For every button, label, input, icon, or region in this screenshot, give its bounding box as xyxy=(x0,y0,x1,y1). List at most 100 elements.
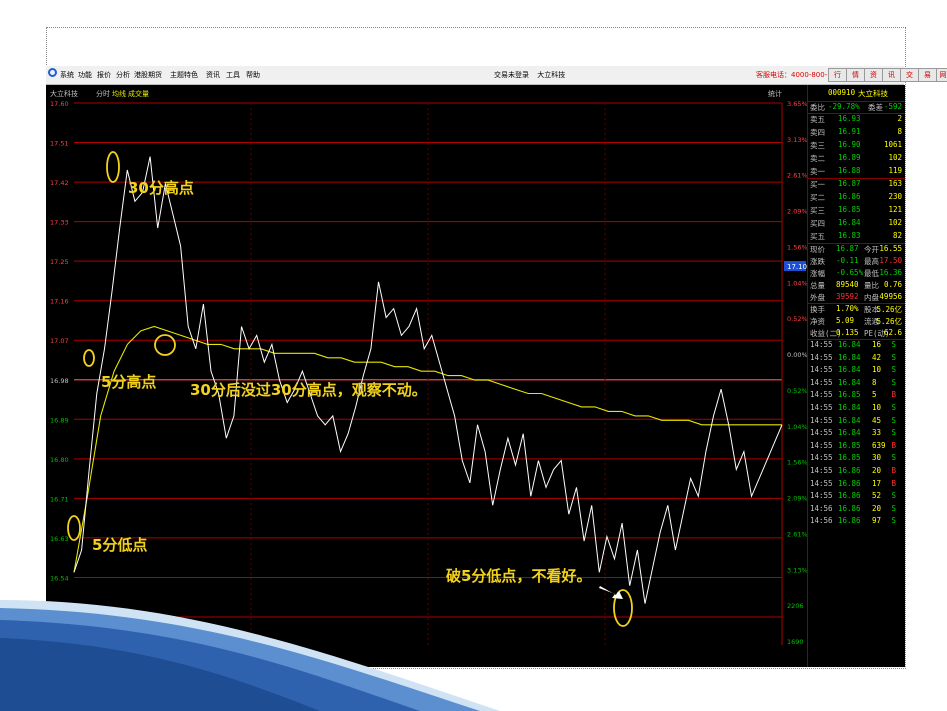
level-price: 16.84 xyxy=(838,218,861,227)
level-label: 卖一 xyxy=(810,167,825,176)
price-tick-label: 17.25 xyxy=(50,258,69,266)
chart-stats-label[interactable]: 统计 xyxy=(768,89,782,98)
tick-direction: B xyxy=(891,440,896,450)
bid-row: 买四 16.84 102 xyxy=(810,218,902,229)
tick-price: 16.86 xyxy=(838,516,861,526)
percent-tick-label: 0.52% xyxy=(787,315,807,323)
chart-tab-avg[interactable]: 均线 xyxy=(112,89,126,98)
stat-value: 16.87 xyxy=(836,244,859,253)
toolbar-button[interactable]: 讯 xyxy=(882,68,901,82)
percent-tick-label: 0.00% xyxy=(787,351,807,359)
chart-tab-volume[interactable]: 成交量 xyxy=(128,89,149,98)
stat-value: 0.135 xyxy=(836,328,859,337)
percent-tick-label: 2.09% xyxy=(787,495,807,503)
price-tick-label: 16.54 xyxy=(50,574,69,582)
tick-volume: 10 xyxy=(872,403,882,412)
tick-row: 14:55 16.84 45 S xyxy=(810,416,902,427)
tick-price: 16.84 xyxy=(838,403,861,412)
annotation-no-break: 30分后没过30分高点，观察不动。 xyxy=(190,381,427,399)
toolbar-button[interactable]: 情 xyxy=(846,68,865,82)
menu-themes[interactable]: 主题特色 xyxy=(170,70,198,80)
value: -29.78% xyxy=(828,102,860,111)
stat-value: 17.50 xyxy=(879,256,902,265)
tick-row: 14:56 16.86 97 S xyxy=(810,516,902,527)
level-volume: 8 xyxy=(897,127,902,136)
tick-volume: 8 xyxy=(872,377,877,387)
tick-direction: S xyxy=(891,403,896,412)
menu-tools[interactable]: 工具 xyxy=(226,70,240,80)
level-volume: 2 xyxy=(897,114,902,123)
tick-time: 14:55 xyxy=(810,377,833,387)
app-title: 交易未登录 大立科技 xyxy=(494,70,565,80)
toolbar-button[interactable]: 交 xyxy=(900,68,919,82)
level-price: 16.83 xyxy=(838,231,861,240)
stat-row: 总量 89540 量比 0.76 xyxy=(810,280,902,291)
price-tick-label: 17.33 xyxy=(50,219,69,227)
level-label: 卖三 xyxy=(810,141,825,150)
circle-retest xyxy=(154,334,176,356)
stat-label: 现价 xyxy=(810,245,825,254)
menu-system[interactable]: 系统 xyxy=(60,70,74,80)
annotation-5min-low: 5分低点 xyxy=(92,536,147,554)
level-label: 卖五 xyxy=(810,115,825,124)
intraday-chart[interactable]: 大立科技 分时 均线 成交量 统计 17.60 17.51 17.42 17.33 17… xyxy=(46,85,808,667)
toolbar-button[interactable]: 行 xyxy=(828,68,847,82)
menu-function[interactable]: 功能 xyxy=(78,70,92,80)
tick-price: 16.86 xyxy=(838,491,861,501)
stat-value: 89540 xyxy=(836,280,859,289)
tick-price: 16.85 xyxy=(838,453,861,463)
tick-time: 14:55 xyxy=(810,478,833,488)
stat-label: 量比 xyxy=(864,281,879,290)
tick-volume: 5 xyxy=(872,390,877,400)
tick-direction: B xyxy=(891,466,896,475)
stat-value: 1.70% xyxy=(836,304,859,313)
stat-label: 涨幅 xyxy=(810,269,825,278)
level-label: 卖四 xyxy=(810,128,825,137)
toolbar-button[interactable]: 易 xyxy=(918,68,937,82)
arrow-icon xyxy=(599,586,623,599)
menu-news[interactable]: 资讯 xyxy=(206,70,220,80)
stat-label: 净资 xyxy=(810,317,825,326)
tick-row: 14:55 16.84 33 S xyxy=(810,428,902,439)
chart-stock-name: 大立科技 xyxy=(50,89,78,98)
chart-tab-timeshare[interactable]: 分时 xyxy=(96,89,110,98)
stat-row: 外盘 39592 内盘 49956 xyxy=(810,292,902,303)
stat-label: 总量 xyxy=(810,281,825,290)
tick-volume: 30 xyxy=(872,453,882,463)
tick-time: 14:55 xyxy=(810,365,833,375)
tick-direction: S xyxy=(891,516,896,526)
tick-direction: S xyxy=(891,352,896,362)
tick-direction: S xyxy=(891,340,896,349)
level-volume: 119 xyxy=(888,166,902,175)
level-label: 买四 xyxy=(810,219,825,228)
tick-volume: 33 xyxy=(872,428,882,438)
stat-value: -0.65% xyxy=(836,268,864,277)
stat-value: 0.76 xyxy=(883,280,902,289)
tick-time: 14:55 xyxy=(810,491,833,501)
price-tick-label: 16.80 xyxy=(50,456,69,464)
level-volume: 1061 xyxy=(883,140,902,149)
circle-5min-high xyxy=(83,349,95,367)
percent-tick-label: 1.04% xyxy=(787,423,807,431)
menu-quote[interactable]: 报价 xyxy=(97,70,111,80)
tick-time: 14:55 xyxy=(810,352,833,362)
menu-analysis[interactable]: 分析 xyxy=(116,70,130,80)
tick-row: 14:55 16.85 30 S xyxy=(810,453,902,464)
tick-row: 14:55 16.84 16 S xyxy=(810,340,902,351)
menu-hk-futures[interactable]: 港股期货 xyxy=(134,70,162,80)
label: 委差 xyxy=(868,103,883,112)
toolbar-button[interactable]: 网 xyxy=(936,68,947,82)
login-status: 交易未登录 xyxy=(494,71,529,79)
stat-label: 换手 xyxy=(810,305,825,314)
tick-direction: S xyxy=(891,503,896,513)
tick-volume: 17 xyxy=(872,478,882,488)
toolbar-button[interactable]: 资 xyxy=(864,68,883,82)
tick-direction: S xyxy=(891,415,896,425)
percent-tick-label: 3.65% xyxy=(787,100,807,108)
level-volume: 102 xyxy=(888,153,902,162)
menu-help[interactable]: 帮助 xyxy=(246,70,260,80)
tick-time: 14:55 xyxy=(810,415,833,425)
stat-row: 换手 1.70% 股本 5.26亿 xyxy=(810,304,902,315)
intraday-chart-svg: 大立科技 分时 均线 成交量 统计 17.60 17.51 17.42 17.33 17… xyxy=(50,89,808,646)
stat-value: 39592 xyxy=(836,292,859,301)
